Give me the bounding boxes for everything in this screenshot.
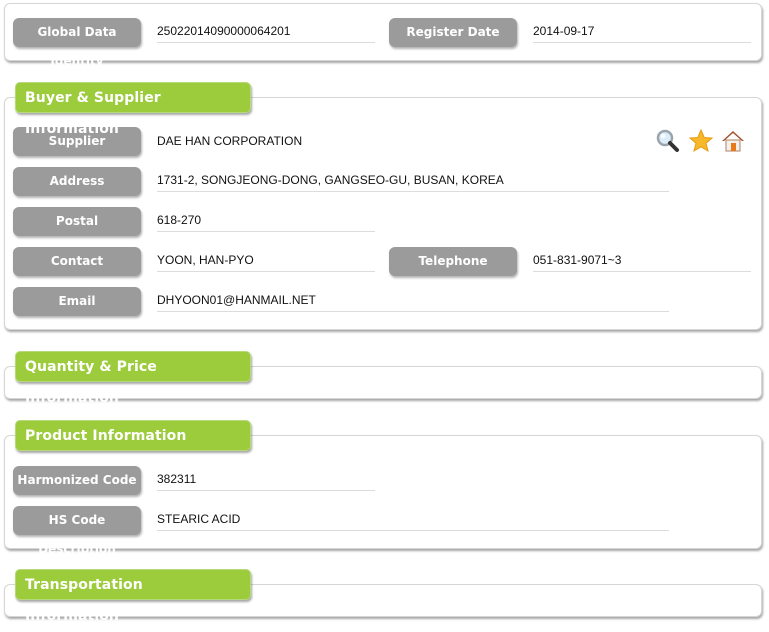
register-date-label: Register Date bbox=[389, 18, 517, 47]
email-label: Email bbox=[13, 287, 141, 316]
telephone-value: 051-831-9071~3 bbox=[533, 251, 751, 272]
postal-value: 618-270 bbox=[157, 211, 375, 232]
telephone-label: Telephone bbox=[389, 247, 517, 276]
address-label: Address bbox=[13, 167, 141, 196]
buyer-supplier-section-title: Buyer & Supplier Information bbox=[15, 82, 251, 137]
star-icon[interactable] bbox=[688, 128, 714, 154]
register-date-value: 2014-09-17 bbox=[533, 22, 751, 43]
email-value: DHYOON01@HANMAIL.NET bbox=[157, 291, 669, 312]
address-value: 1731-2, SONGJEONG-DONG, GANGSEO-GU, BUSA… bbox=[157, 171, 669, 192]
transportation-section-title: Transportation Information bbox=[15, 569, 251, 624]
product-section-title: Product Information bbox=[15, 420, 251, 451]
contact-value: YOON, HAN-PYO bbox=[157, 251, 375, 272]
postal-label: Postal bbox=[13, 207, 141, 236]
contact-label: Contact bbox=[13, 247, 141, 276]
supplier-value: DAE HAN CORPORATION bbox=[157, 134, 303, 148]
product-panel: Harmonized Code 382311 HS Code Descripti… bbox=[4, 435, 762, 556]
home-icon[interactable] bbox=[720, 128, 746, 154]
global-data-identity-value: 25022014090000064201 bbox=[157, 22, 375, 43]
global-data-identity-label: Global Data Identity bbox=[13, 18, 141, 68]
hs-code-description-label: HS Code Description bbox=[13, 506, 141, 556]
search-icon[interactable] bbox=[655, 128, 681, 154]
identity-panel: Global Data Identity 2502201409000006420… bbox=[4, 3, 762, 68]
quantity-price-section-title: Quantity & Price Information bbox=[15, 351, 251, 406]
harmonized-code-label: Harmonized Code bbox=[13, 466, 141, 495]
hs-code-description-value: STEARIC ACID bbox=[157, 510, 669, 531]
harmonized-code-value: 382311 bbox=[157, 470, 375, 491]
